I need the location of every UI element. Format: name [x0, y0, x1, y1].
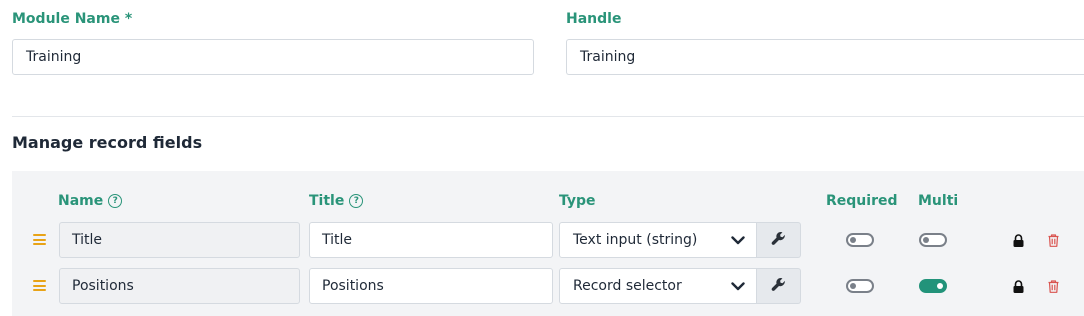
field-title-input[interactable]: Positions: [309, 268, 553, 304]
lock-icon: [1012, 279, 1024, 293]
wrench-icon: [771, 277, 786, 296]
lock-icon: [1012, 233, 1024, 247]
multi-toggle[interactable]: [919, 233, 947, 247]
field-type-value: Record selector: [573, 278, 682, 294]
field-name-input[interactable]: Positions: [59, 268, 300, 304]
column-header-name: Name ?: [58, 193, 123, 209]
manage-fields-title: Manage record fields: [12, 133, 203, 152]
field-type-select[interactable]: Text input (string): [559, 222, 757, 258]
drag-handle-icon[interactable]: [33, 280, 46, 291]
column-header-title: Title ?: [309, 193, 364, 209]
chevron-down-icon: [730, 232, 746, 248]
column-header-multi-label: Multi: [918, 193, 959, 209]
field-type-select[interactable]: Record selector: [559, 268, 757, 304]
field-name-input[interactable]: Title: [59, 222, 300, 258]
chevron-down-icon: [730, 278, 746, 294]
handle-label: Handle: [566, 11, 622, 27]
required-toggle[interactable]: [846, 279, 874, 293]
column-header-type-label: Type: [559, 193, 596, 209]
column-header-name-label: Name: [58, 193, 104, 209]
field-type-value: Text input (string): [573, 232, 698, 248]
multi-toggle[interactable]: [919, 279, 947, 293]
column-header-required: Required: [826, 193, 897, 209]
module-name-label: Module Name *: [12, 11, 133, 27]
trash-icon[interactable]: [1047, 233, 1059, 247]
help-icon[interactable]: ?: [108, 194, 123, 208]
trash-icon[interactable]: [1047, 279, 1059, 293]
wrench-icon: [771, 231, 786, 250]
field-options-button[interactable]: [757, 222, 801, 258]
drag-handle-icon[interactable]: [33, 234, 46, 245]
column-header-multi: Multi: [918, 193, 958, 209]
required-toggle[interactable]: [846, 233, 874, 247]
column-header-title-label: Title: [309, 193, 345, 209]
handle-input[interactable]: Training: [566, 39, 1084, 75]
column-header-type: Type: [559, 193, 596, 209]
field-title-input[interactable]: Title: [309, 222, 553, 258]
column-header-required-label: Required: [826, 193, 898, 209]
field-options-button[interactable]: [757, 268, 801, 304]
help-icon[interactable]: ?: [349, 194, 364, 208]
section-divider: [12, 116, 1084, 117]
module-name-input[interactable]: Training: [12, 39, 534, 75]
